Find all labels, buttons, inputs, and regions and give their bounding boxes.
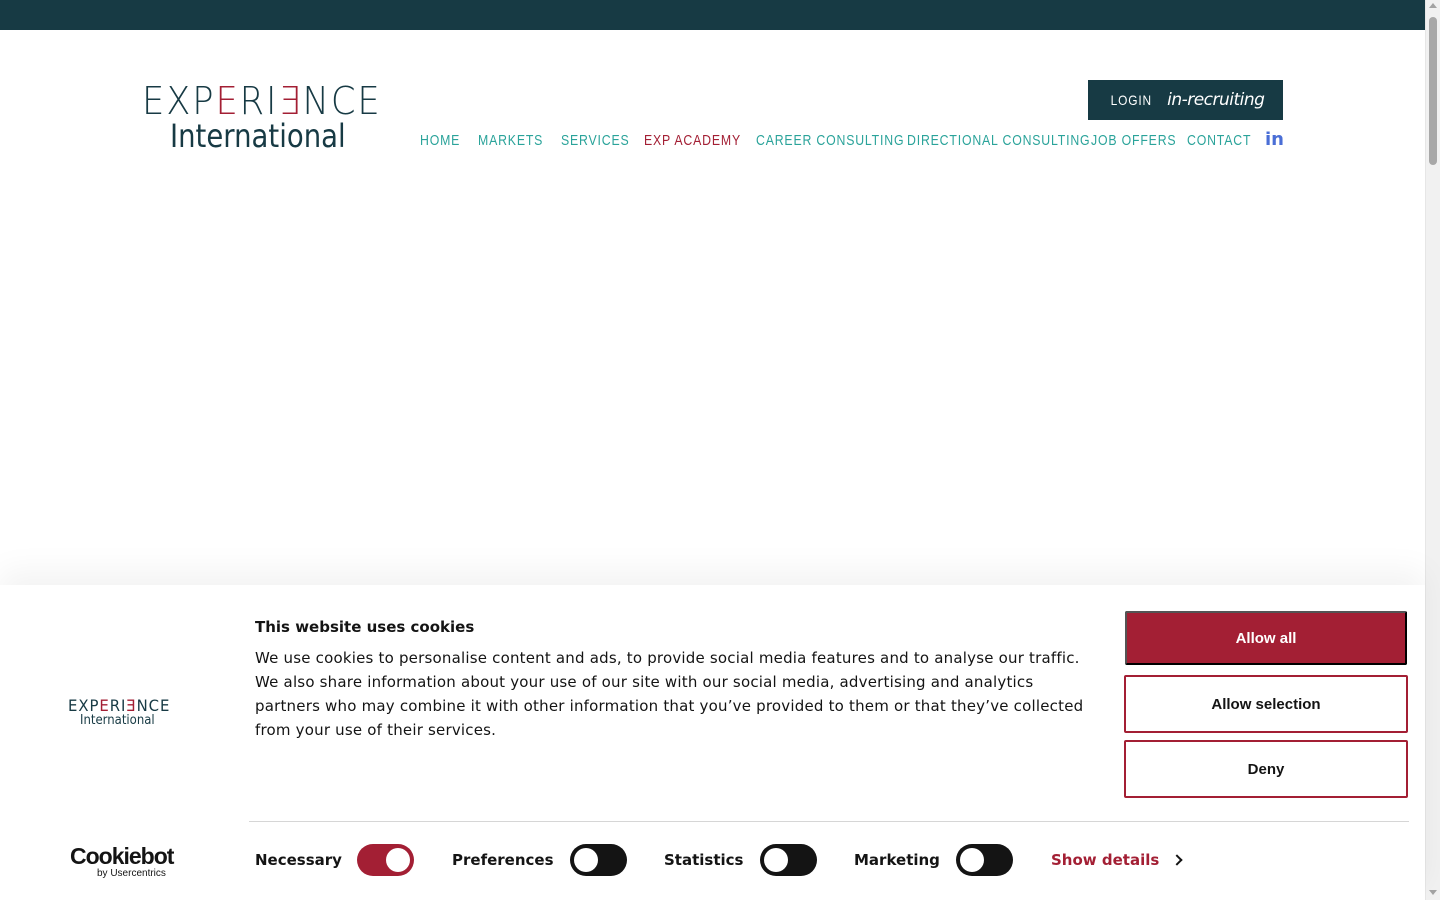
consent-preferences: Preferences [452, 844, 554, 876]
toggle-knob [960, 848, 984, 872]
marketing-toggle[interactable] [956, 844, 1013, 876]
nav-markets[interactable]: MARKETS [478, 132, 543, 149]
cookiebot-logo[interactable]: Cookiebot by Usercentrics [70, 843, 174, 880]
consent-label: Preferences [452, 851, 554, 869]
scroll-down-arrow-icon[interactable] [1429, 890, 1437, 895]
cookie-consent-banner: EXPERIƎNCE International This website us… [0, 585, 1425, 900]
page-scrollbar[interactable] [1425, 0, 1440, 900]
scroll-up-arrow-icon[interactable] [1429, 3, 1437, 8]
consent-label: Statistics [664, 851, 744, 869]
nav-exp-academy[interactable]: EXP ACADEMY [644, 132, 741, 149]
login-button[interactable]: LOGIN in-recruiting [1088, 80, 1283, 120]
necessary-toggle[interactable] [357, 844, 414, 876]
logo-subtitle: International [170, 117, 346, 155]
nav-job-offers[interactable]: JOB OFFERS [1091, 132, 1176, 149]
nav-services[interactable]: SERVICES [561, 132, 630, 149]
nav-home[interactable]: HOME [420, 132, 460, 149]
nav-career-consulting[interactable]: CAREER CONSULTING [756, 132, 904, 149]
cookie-description: We use cookies to personalise content an… [255, 649, 1084, 739]
statistics-toggle[interactable] [760, 844, 817, 876]
consent-marketing: Marketing [854, 844, 940, 876]
logo-wordmark: EXPERIƎNCE [142, 79, 382, 123]
banner-logo-subtitle: International [80, 713, 155, 728]
cookiebot-name: Cookiebot [70, 843, 174, 869]
toggle-knob [574, 848, 598, 872]
banner-logo-wordmark: EXPERIƎNCE [68, 696, 171, 715]
site-logo[interactable]: EXPERIƎNCE International [142, 82, 394, 152]
top-bar [0, 0, 1425, 30]
cookiebot-byline: by Usercentrics [97, 868, 166, 879]
allow-selection-button[interactable]: Allow selection [1124, 675, 1408, 733]
chevron-right-icon [1171, 854, 1183, 866]
scrollbar-thumb[interactable] [1429, 17, 1437, 165]
show-details-link[interactable]: Show details [1051, 851, 1183, 869]
allow-all-button[interactable]: Allow all [1125, 611, 1407, 665]
nav-directional-consulting[interactable]: DIRECTIONAL CONSULTING [907, 132, 1090, 149]
consent-label: Necessary [255, 851, 342, 869]
deny-button[interactable]: Deny [1124, 740, 1408, 798]
login-label: LOGIN [1110, 92, 1152, 108]
consent-necessary: Necessary [255, 844, 342, 876]
consent-statistics: Statistics [664, 844, 743, 876]
in-recruiting-logo: in-recruiting [1167, 90, 1265, 110]
cookie-title: This website uses cookies [255, 618, 475, 636]
toggle-knob [386, 848, 410, 872]
consent-label: Marketing [854, 851, 940, 869]
toggle-knob [764, 848, 788, 872]
show-details-label: Show details [1051, 851, 1160, 869]
banner-divider [249, 821, 1409, 822]
linkedin-icon[interactable]: in [1265, 129, 1284, 150]
nav-contact[interactable]: CONTACT [1187, 132, 1251, 149]
banner-site-logo: EXPERIƎNCE International [68, 698, 176, 728]
preferences-toggle[interactable] [570, 844, 627, 876]
